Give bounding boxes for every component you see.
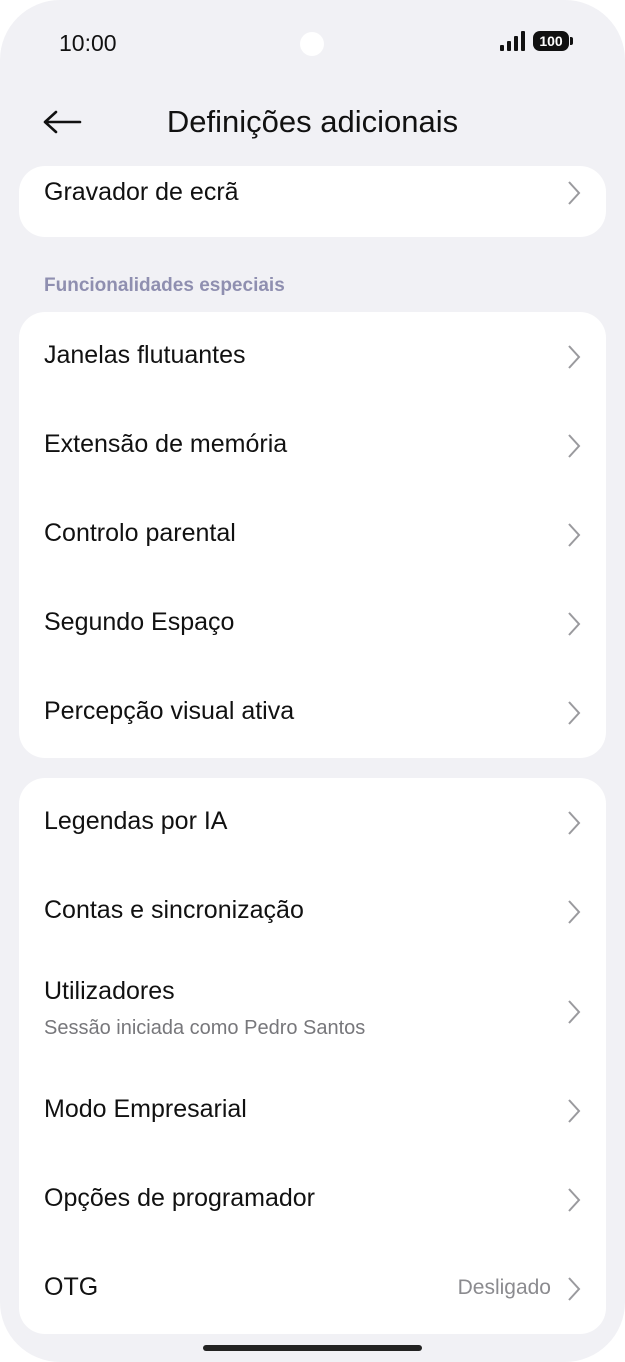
chevron-right-icon xyxy=(568,1277,581,1301)
signal-icon xyxy=(500,31,525,51)
item-label: Contas e sincronização xyxy=(44,896,304,924)
item-label: Segundo Espaço xyxy=(44,608,235,636)
item-label: Percepção visual ativa xyxy=(44,697,295,725)
chevron-right-icon xyxy=(568,612,581,636)
item-label: Extensão de memória xyxy=(44,430,288,458)
chevron-right-icon xyxy=(568,811,581,835)
home-indicator[interactable] xyxy=(203,1345,422,1351)
chevron-right-icon xyxy=(568,523,581,547)
list-item-ai-captions[interactable]: Legendas por IA xyxy=(19,778,606,867)
special-features-card: Janelas flutuantes Extensão de memória C… xyxy=(19,312,606,758)
battery-icon: 100 xyxy=(533,31,573,51)
item-value: Desligado xyxy=(457,1276,551,1299)
list-item-otg[interactable]: OTG Desligado xyxy=(19,1244,606,1333)
list-item-floating-windows[interactable]: Janelas flutuantes xyxy=(19,312,606,401)
chevron-right-icon xyxy=(568,900,581,924)
header: Definições adicionais xyxy=(0,90,625,160)
chevron-right-icon xyxy=(568,1099,581,1123)
page-title: Definições adicionais xyxy=(166,104,459,139)
item-label: OTG xyxy=(44,1273,99,1301)
list-item-parental-control[interactable]: Controlo parental xyxy=(19,490,606,579)
other-settings-card: Legendas por IA Contas e sincronização U… xyxy=(19,778,606,1334)
phone-screen: 10:00 100 Definições adicionais Gravador… xyxy=(0,0,625,1362)
list-item-memory-extension[interactable]: Extensão de memória xyxy=(19,401,606,490)
chevron-right-icon xyxy=(568,1188,581,1212)
list-item-visual-perception[interactable]: Percepção visual ativa xyxy=(19,668,606,757)
chevron-right-icon xyxy=(568,434,581,458)
item-label: Controlo parental xyxy=(44,519,236,547)
item-label: Janelas flutuantes xyxy=(44,341,246,369)
status-time: 10:00 xyxy=(59,30,117,56)
item-label: Opções de programador xyxy=(44,1184,315,1212)
chevron-right-icon xyxy=(568,345,581,369)
item-label: Modo Empresarial xyxy=(44,1095,247,1123)
section-title: Funcionalidades especiais xyxy=(44,275,285,296)
list-item-accounts-sync[interactable]: Contas e sincronização xyxy=(19,867,606,956)
list-item-developer-options[interactable]: Opções de programador xyxy=(19,1155,606,1244)
camera-cutout xyxy=(300,32,324,56)
status-bar: 10:00 100 xyxy=(0,0,625,90)
chevron-right-icon xyxy=(568,181,581,205)
list-item-second-space[interactable]: Segundo Espaço xyxy=(19,579,606,668)
item-label: Utilizadores xyxy=(44,977,175,1005)
chevron-right-icon xyxy=(568,1000,581,1024)
item-subtitle: Sessão iniciada como Pedro Santos xyxy=(44,1017,366,1039)
status-icons: 100 xyxy=(500,31,573,51)
list-item-screen-recorder[interactable]: Gravador de ecrã xyxy=(19,166,606,237)
top-card: Gravador de ecrã xyxy=(19,166,606,237)
item-label: Gravador de ecrã xyxy=(44,178,239,206)
list-item-users[interactable]: Utilizadores Sessão iniciada como Pedro … xyxy=(19,956,606,1066)
chevron-right-icon xyxy=(568,701,581,725)
item-label: Legendas por IA xyxy=(44,807,228,835)
list-item-enterprise-mode[interactable]: Modo Empresarial xyxy=(19,1066,606,1155)
